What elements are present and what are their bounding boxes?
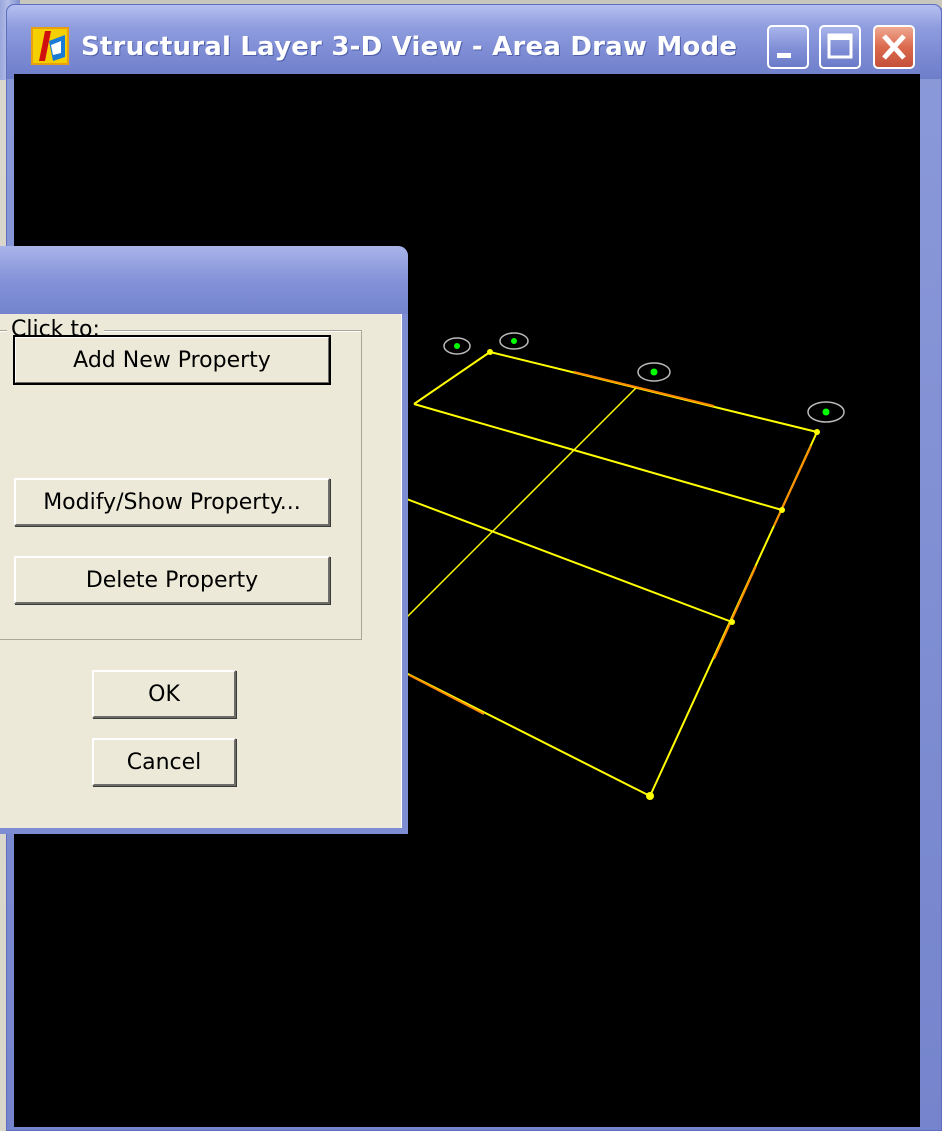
joint-marker: [814, 429, 820, 435]
maximize-button[interactable]: [819, 25, 861, 69]
dialog-titlebar[interactable]: [0, 246, 408, 314]
support-marker: [807, 401, 845, 423]
modify-show-property-button[interactable]: Modify/Show Property...: [14, 478, 330, 526]
grid-line: [403, 387, 637, 621]
grid-line: [403, 497, 733, 623]
grid-line: [413, 351, 491, 405]
highlight-line: [713, 565, 757, 660]
grid-line: [413, 403, 783, 511]
structural-app-icon: [31, 27, 69, 65]
close-icon: [882, 34, 906, 60]
support-marker: [443, 337, 471, 355]
close-button[interactable]: [873, 25, 915, 69]
joint-marker: [487, 349, 493, 355]
support-marker: [637, 362, 671, 382]
cancel-button[interactable]: Cancel: [92, 738, 236, 786]
highlight-line: [408, 674, 485, 715]
add-new-property-button[interactable]: Add New Property: [13, 335, 331, 385]
joint-marker: [729, 619, 735, 625]
support-marker: [499, 332, 529, 350]
window-title: Structural Layer 3-D View - Area Draw Mo…: [81, 32, 738, 62]
window-titlebar[interactable]: Structural Layer 3-D View - Area Draw Mo…: [7, 5, 941, 79]
delete-property-button[interactable]: Delete Property: [14, 556, 330, 604]
minimize-button[interactable]: [767, 25, 809, 69]
joint-marker: [646, 792, 654, 800]
ok-button[interactable]: OK: [92, 670, 236, 718]
joint-marker: [779, 507, 785, 513]
highlight-line: [573, 371, 715, 407]
highlight-line: [773, 445, 812, 527]
minimize-icon: [777, 53, 791, 58]
maximize-icon: [827, 33, 853, 59]
